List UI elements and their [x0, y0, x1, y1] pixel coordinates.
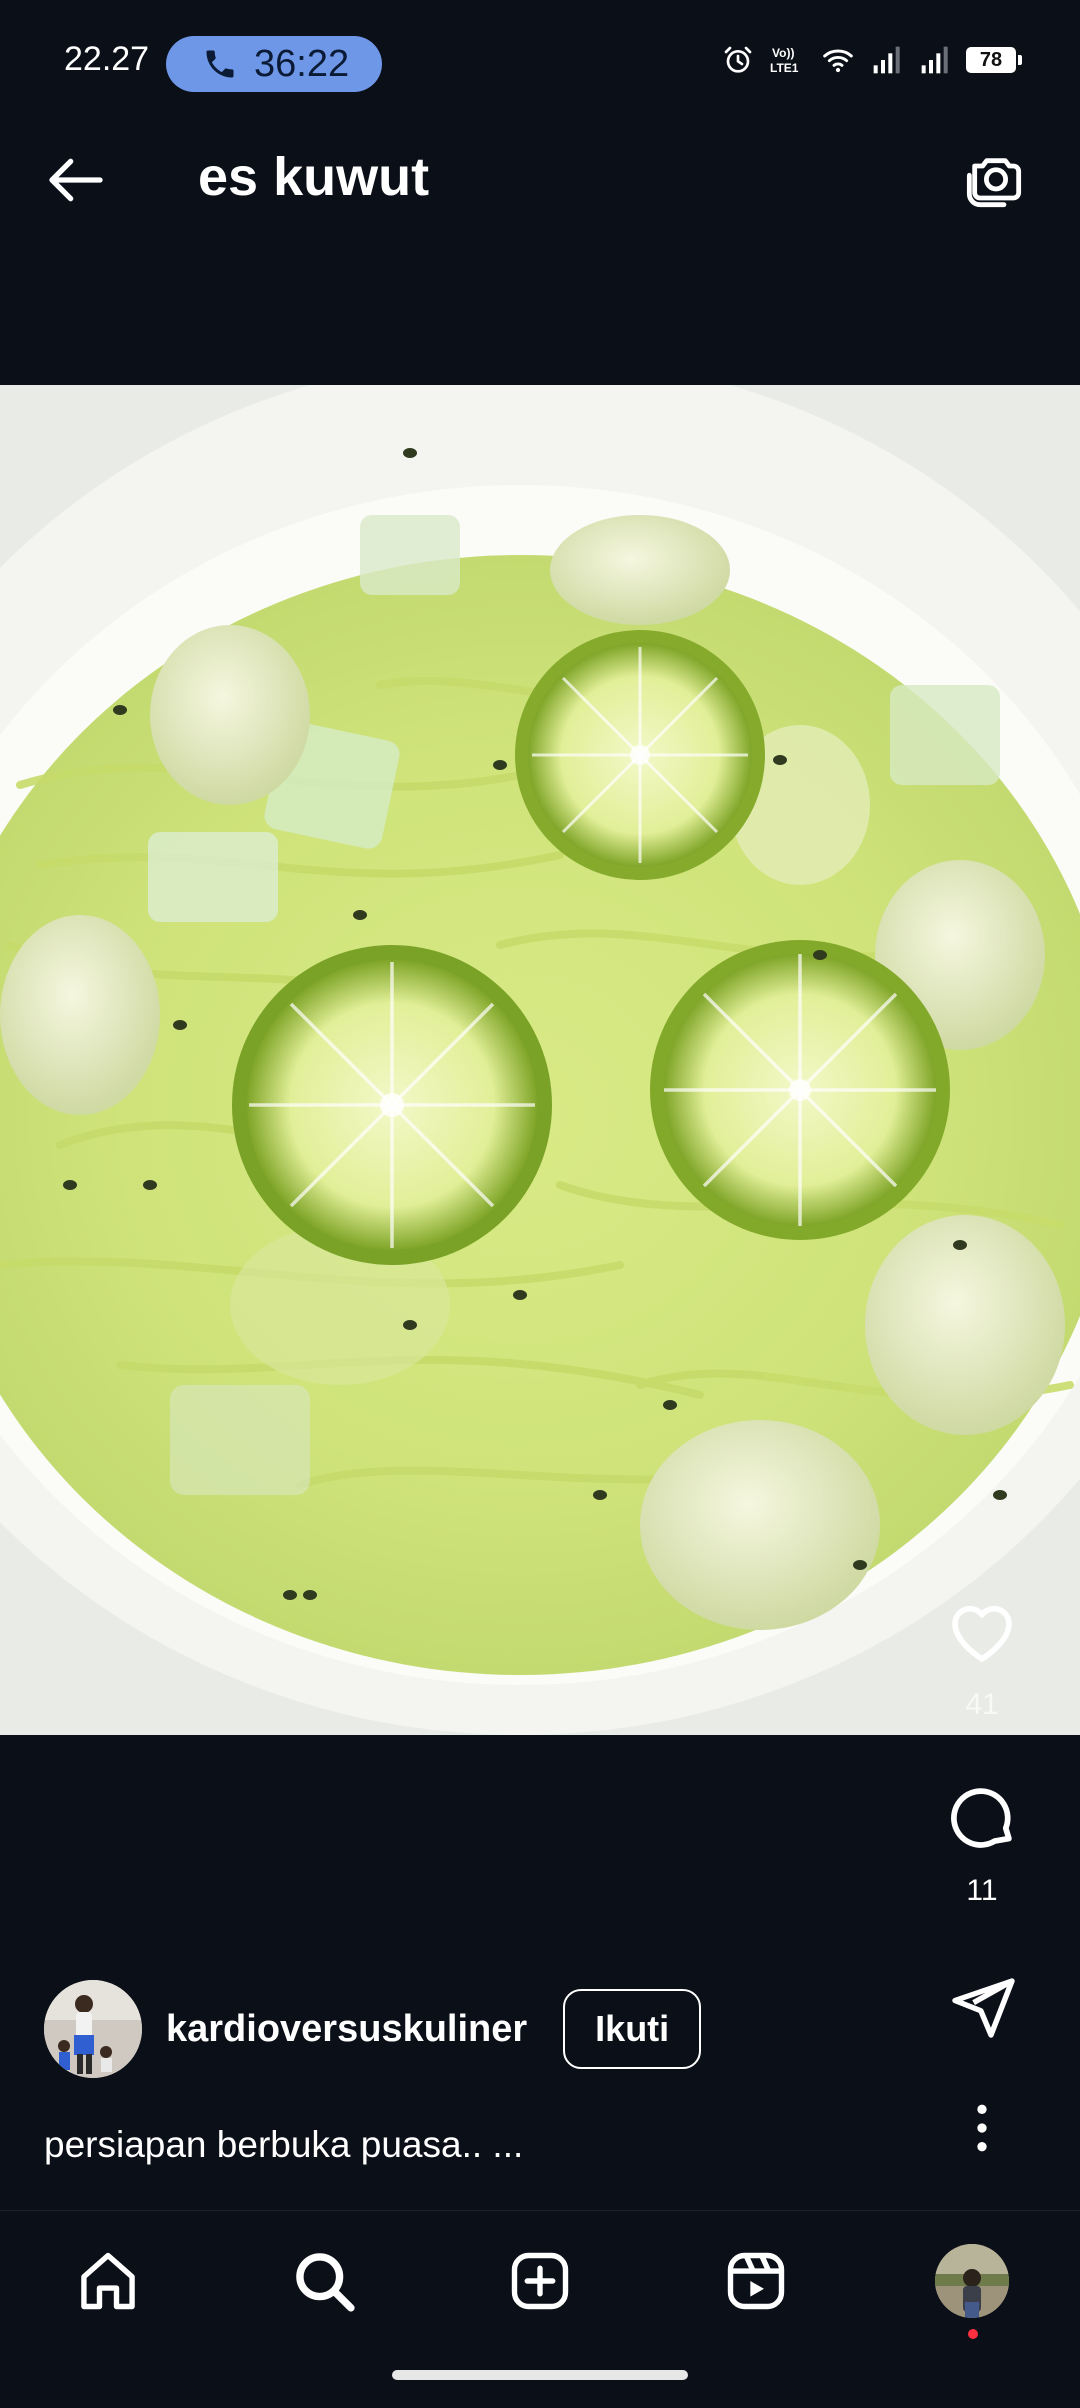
comment-icon[interactable]: [944, 1780, 1020, 1856]
back-button[interactable]: [40, 144, 112, 216]
heart-icon[interactable]: [944, 1594, 1020, 1670]
like-action[interactable]: 41: [922, 1594, 1042, 1722]
reels-icon: [727, 2252, 785, 2310]
camera-button[interactable]: [960, 142, 1032, 214]
status-bar: 22.27 36:22 Vo)) LTE1 78: [0, 0, 1080, 100]
nav-create[interactable]: [500, 2241, 580, 2321]
notification-dot: [968, 2329, 978, 2339]
signal-icon: [921, 46, 948, 74]
svg-text:Vo)): Vo)): [772, 46, 794, 60]
es-kuwut-photo: [0, 385, 1080, 1735]
post-image[interactable]: [0, 385, 1080, 1735]
battery-level: 78: [979, 48, 1003, 71]
wifi-icon: [823, 49, 853, 73]
send-icon[interactable]: [946, 1972, 1018, 2044]
search-icon: [296, 2253, 355, 2312]
more-vertical-icon[interactable]: [962, 2100, 1002, 2156]
status-time: 22.27: [64, 40, 150, 78]
profile-avatar: [935, 2244, 1009, 2318]
header: es kuwut: [0, 100, 1080, 280]
battery-icon: 78: [966, 47, 1022, 73]
comment-action[interactable]: 11: [922, 1780, 1042, 1908]
nav-home[interactable]: [68, 2241, 148, 2321]
post-caption[interactable]: persiapan berbuka puasa.. ...: [44, 2124, 523, 2166]
volte-icon: Vo)) LTE1: [770, 46, 799, 75]
share-action[interactable]: [922, 1972, 1042, 2044]
nav-profile[interactable]: [932, 2241, 1012, 2339]
phone-icon: [206, 50, 234, 78]
nav-search[interactable]: [284, 2241, 364, 2321]
author-row: kardioversuskuliner Ikuti: [44, 1980, 702, 2078]
more-options-button[interactable]: [922, 2100, 1042, 2156]
svg-text:LTE1: LTE1: [770, 61, 799, 75]
ongoing-call-pill[interactable]: 36:22: [166, 36, 382, 92]
author-avatar[interactable]: [44, 1980, 142, 2078]
home-icon: [81, 2252, 135, 2310]
status-icons: Vo)) LTE1 78: [722, 44, 1022, 76]
home-indicator[interactable]: [392, 2370, 688, 2380]
camera-icon: [966, 158, 1022, 208]
nav-reels[interactable]: [716, 2241, 796, 2321]
comment-count: 11: [966, 1874, 998, 1907]
signal-icon: [873, 46, 900, 74]
page-title: es kuwut: [198, 147, 430, 207]
create-icon: [511, 2252, 569, 2310]
alarm-icon: [724, 46, 752, 73]
call-duration: 36:22: [254, 42, 350, 85]
author-username[interactable]: kardioversuskuliner: [166, 2008, 527, 2051]
follow-button[interactable]: Ikuti: [563, 1989, 702, 2069]
like-count: 41: [965, 1688, 999, 1721]
arrow-left-icon: [49, 158, 103, 202]
